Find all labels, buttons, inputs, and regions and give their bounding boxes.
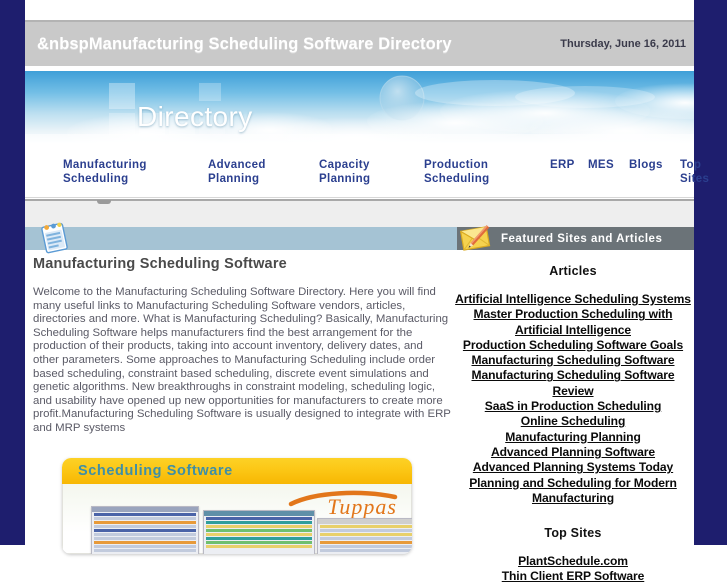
list-item[interactable]: Advanced Planning Systems Today [452, 460, 694, 475]
banner-title-word: Directory [137, 101, 253, 132]
ad-body: Tuppas [62, 484, 412, 554]
articles-heading: Articles [549, 264, 597, 278]
ad-brand-name: Tuppas [327, 494, 397, 519]
ad-screenshot-1 [91, 506, 199, 554]
top-sites-heading: Top Sites [544, 526, 602, 541]
section-bar-left [25, 227, 457, 250]
banner-sky-art [25, 71, 694, 144]
nav-item-top-sites[interactable]: Top Sites [680, 158, 709, 186]
nav-item-blogs[interactable]: Blogs [629, 158, 663, 172]
sidebar: Articles Artificial Intelligence Schedul… [452, 256, 694, 585]
nav-item-mes[interactable]: MES [588, 158, 614, 172]
list-item[interactable]: Advanced Planning Software [452, 445, 694, 460]
list-item[interactable]: Manufacturing Planning [452, 430, 694, 445]
header-banner: Directory [25, 71, 694, 144]
nav-item-advanced-planning[interactable]: Advanced Planning [208, 158, 266, 186]
list-item[interactable]: Master Production Scheduling with Artifi… [452, 307, 694, 338]
page-root: &nbspManufacturing Scheduling Software D… [0, 0, 727, 583]
ad-headline-bar: Scheduling Software [62, 458, 412, 484]
page-left-border [0, 0, 25, 545]
main-navigation: Manufacturing Scheduling Advanced Planni… [25, 144, 709, 198]
envelope-pencil-icon [459, 225, 491, 251]
page-title: Manufacturing Scheduling Software [33, 256, 287, 272]
list-item[interactable]: Artificial Intelligence Scheduling Syste… [452, 292, 694, 307]
featured-sites-label: Featured Sites and Articles [501, 232, 663, 245]
ad-headline: Scheduling Software [78, 463, 233, 479]
content-top-band [25, 199, 694, 227]
band-nub [97, 200, 111, 204]
list-item[interactable]: Planning and Scheduling for Modern Manuf… [452, 476, 694, 507]
page-right-border [694, 0, 727, 545]
article-column: Manufacturing Scheduling Software Welcom… [33, 256, 451, 436]
intro-paragraph: Welcome to the Manufacturing Scheduling … [33, 286, 451, 434]
list-item[interactable]: Online Scheduling [452, 414, 694, 429]
page-top-spacer [25, 0, 694, 20]
site-date: Thursday, June 16, 2011 [560, 38, 686, 50]
nav-item-production-scheduling[interactable]: Production Scheduling [424, 158, 489, 186]
scheduling-software-ad[interactable]: Scheduling Software Tuppas [62, 458, 412, 554]
nav-item-manufacturing-scheduling[interactable]: Manufacturing Scheduling [63, 158, 147, 186]
nav-item-erp[interactable]: ERP [550, 158, 575, 172]
nav-item-capacity-planning[interactable]: Capacity Planning [319, 158, 370, 186]
site-titlebar: &nbspManufacturing Scheduling Software D… [25, 20, 694, 66]
site-title: &nbspManufacturing Scheduling Software D… [37, 34, 452, 53]
list-item[interactable]: Manufacturing Scheduling Software [452, 353, 694, 368]
list-item[interactable]: Production Scheduling Software Goals [452, 338, 694, 353]
list-item[interactable]: SaaS in Production Scheduling [452, 399, 694, 414]
list-item[interactable]: PlantSchedule.com [452, 554, 694, 569]
notepad-icon [41, 222, 68, 254]
list-item[interactable]: Manufacturing Scheduling Software Review [452, 368, 694, 399]
ad-screenshot-3 [317, 518, 412, 554]
list-item[interactable]: Thin Client ERP Software [452, 569, 694, 584]
ad-screenshot-2 [203, 510, 315, 554]
